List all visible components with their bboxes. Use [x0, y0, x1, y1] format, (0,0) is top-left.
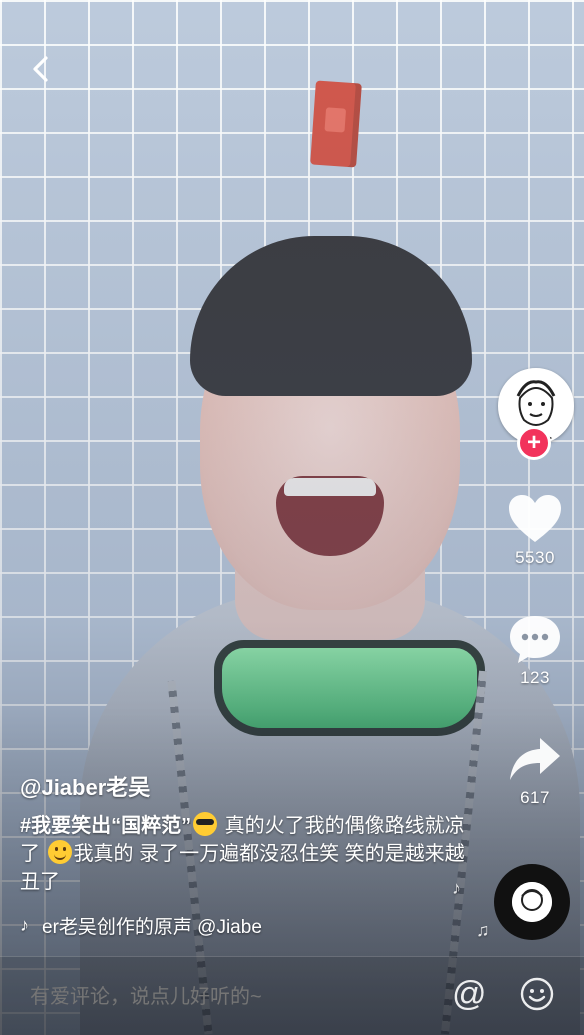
share-count: 617 [520, 788, 550, 807]
smile-emoji-icon [47, 840, 72, 864]
share-arrow-icon [510, 738, 560, 780]
video-description: #我要笑出“国粹范” 真的火了我的偶像路线就凉了 我真的 录了一万遍都没忍住笑 … [20, 812, 470, 896]
like-count: 5530 [515, 548, 555, 567]
comment-bar: @ [0, 956, 584, 1035]
description-text-2: 我真的 录了一万遍都没忍住笑 笑的是越来越丑了 [20, 843, 465, 893]
share-button[interactable]: 617 [493, 734, 577, 808]
follow-plus-button[interactable]: + [517, 426, 551, 460]
back-button[interactable] [26, 54, 56, 84]
comment-bubble-icon [510, 616, 560, 663]
music-note-icon-2: ♫ [476, 920, 490, 940]
author-username[interactable]: @Jiaber老吴 [20, 770, 470, 802]
emoji-picker-icon[interactable] [520, 977, 554, 1011]
disc-cover-image [512, 882, 552, 922]
sunglasses-emoji-icon [193, 812, 218, 836]
comment-button[interactable]: 123 [493, 612, 577, 688]
chevron-left-icon [33, 56, 48, 82]
music-disc-button[interactable] [494, 864, 570, 940]
comment-count: 123 [520, 668, 550, 687]
music-marquee[interactable]: ♪ er老吴创作的原声 @Jiabe [20, 912, 330, 938]
heart-icon [509, 495, 561, 542]
video-caption: @Jiaber老吴 #我要笑出“国粹范” 真的火了我的偶像路线就凉了 我真的 录… [20, 770, 470, 896]
like-button[interactable]: 5530 [493, 492, 577, 568]
video-screen[interactable]: + 5530 123 617 ♪ ♫ @Jiaber老吴 #我要笑出“国粹范” … [0, 0, 584, 1035]
comment-input[interactable] [28, 985, 422, 1010]
tiktok-note-icon: ♪ [20, 914, 29, 935]
music-title: er老吴创作的原声 @Jiabe [42, 916, 262, 938]
at-mention-icon[interactable]: @ [452, 975, 487, 1014]
hashtag-link[interactable]: #我要笑出“国粹范” [20, 815, 191, 837]
